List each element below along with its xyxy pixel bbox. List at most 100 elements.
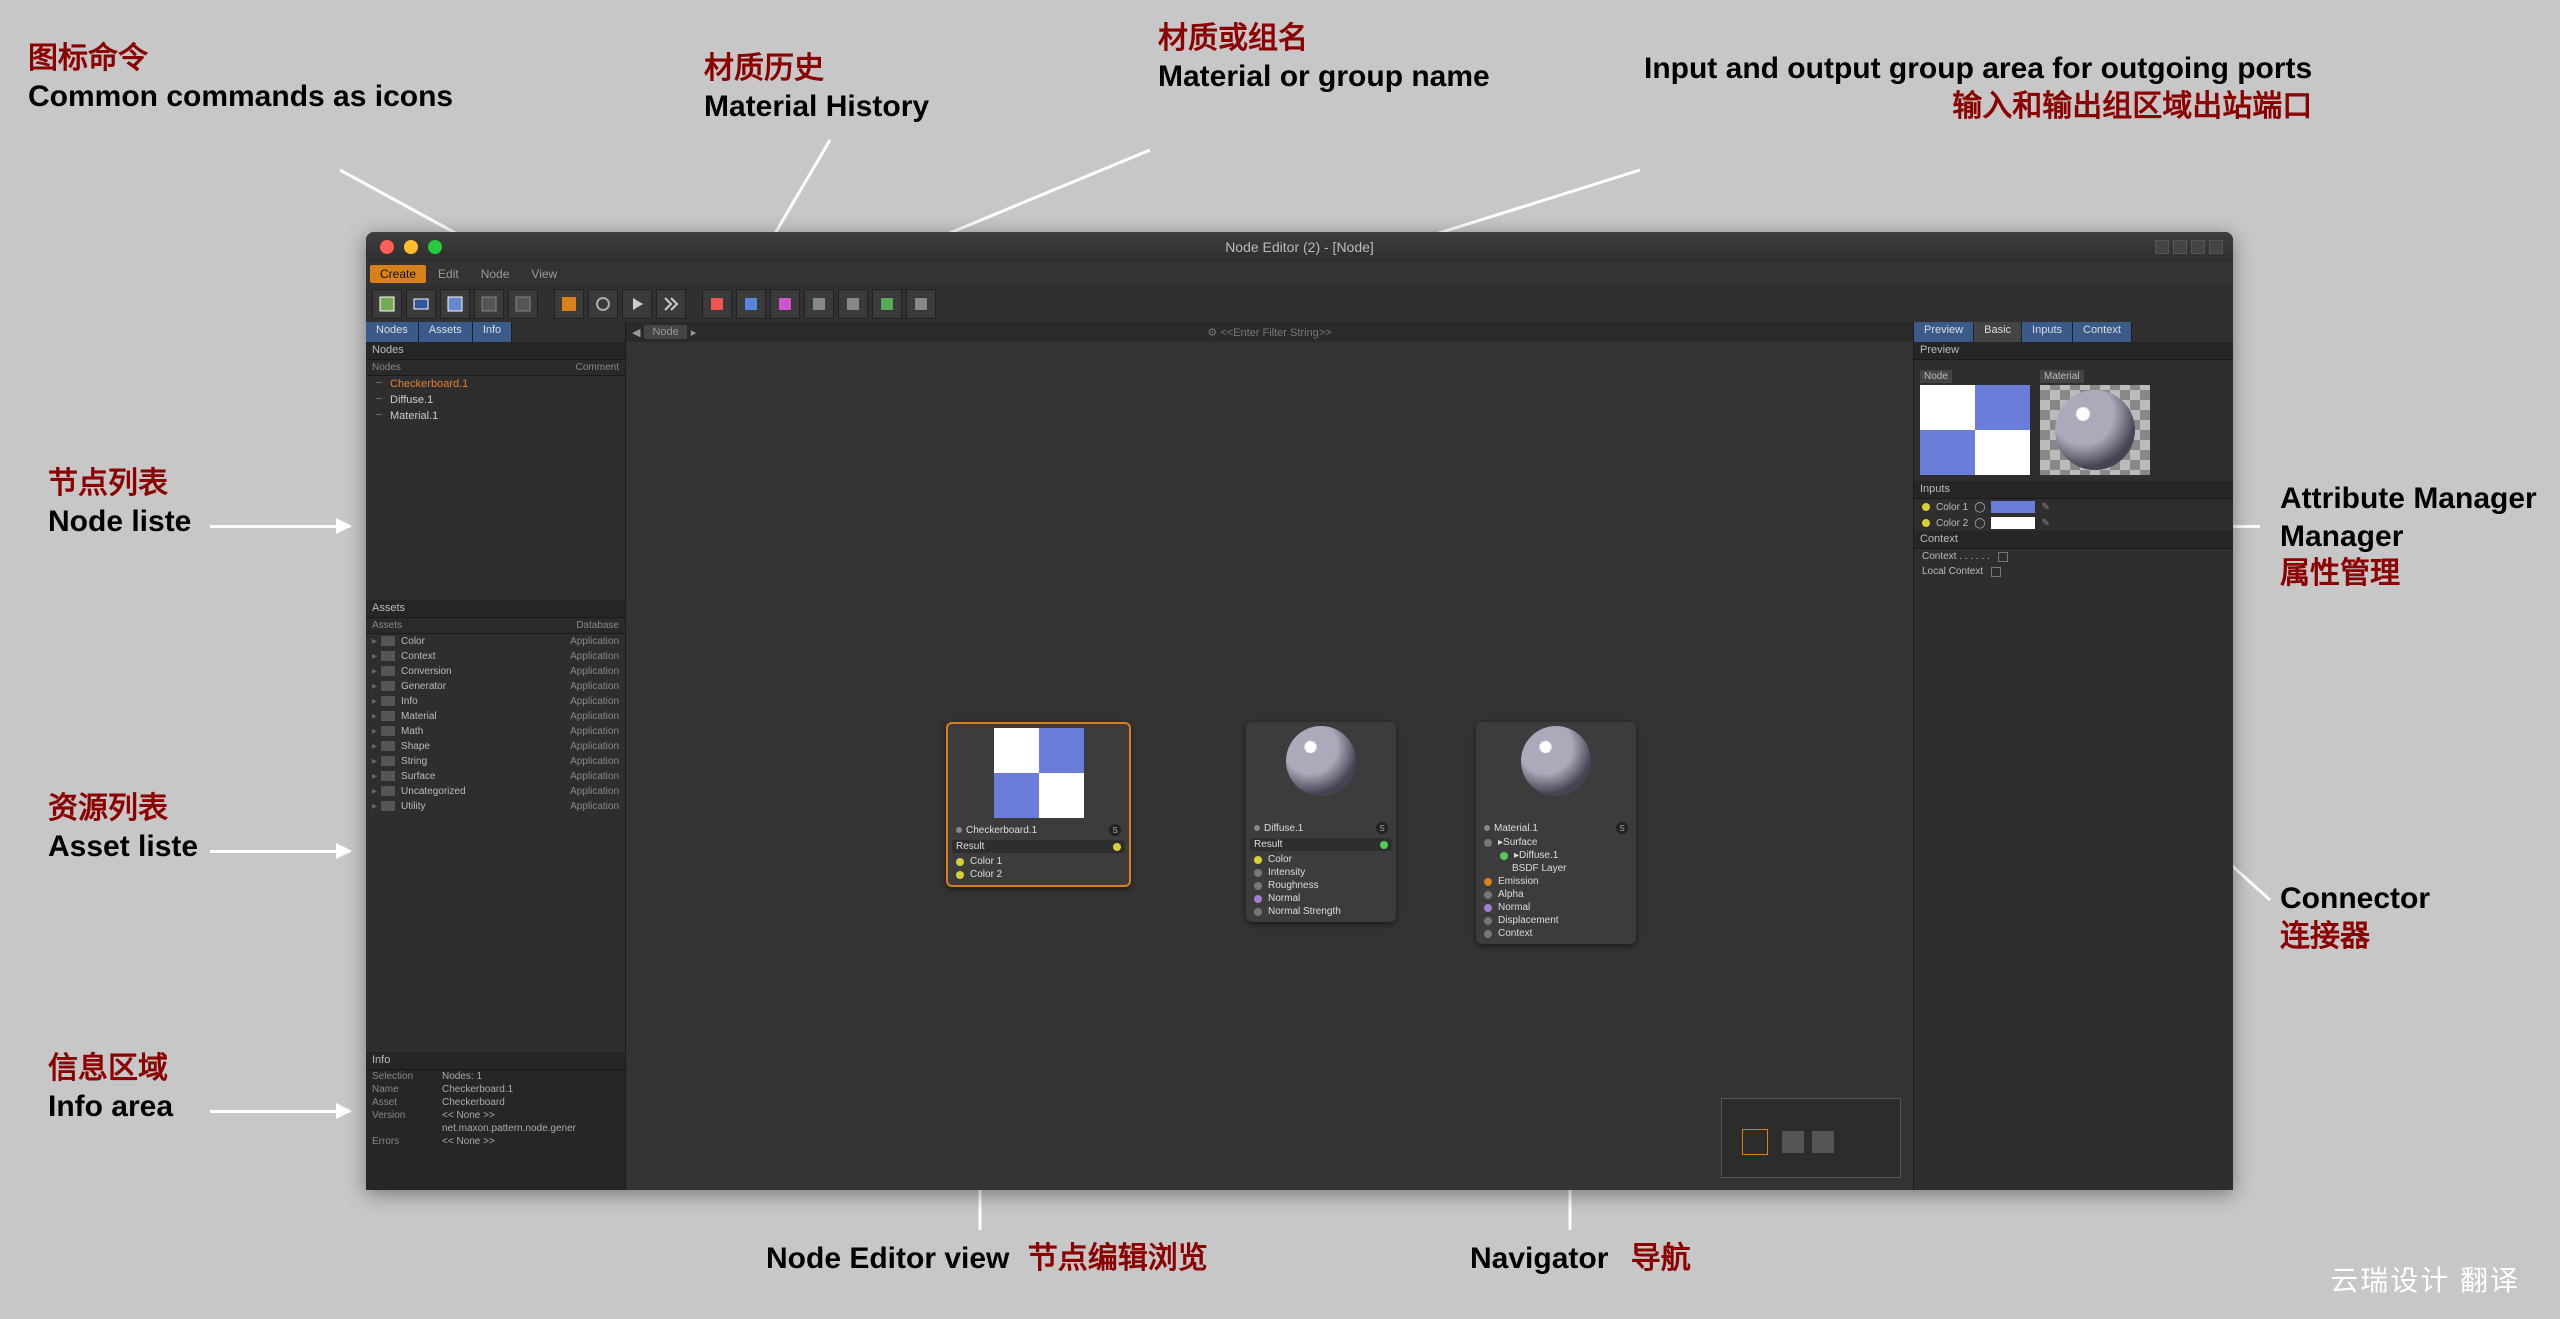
input-port[interactable] — [1484, 904, 1492, 912]
preview-area: Node Material — [1914, 360, 2233, 481]
tab-info[interactable]: Info — [473, 322, 512, 342]
asset-row[interactable]: ▸GeneratorApplication — [366, 679, 625, 694]
toolbar — [366, 286, 2233, 322]
tool-icon[interactable] — [2173, 240, 2187, 254]
asset-row[interactable]: ▸ColorApplication — [366, 634, 625, 649]
input-port[interactable] — [956, 858, 964, 866]
tab-preview[interactable]: Preview — [1914, 322, 1974, 342]
context-row[interactable]: Context . . . . . . — [1914, 549, 2233, 564]
toolbar-icon[interactable] — [554, 289, 584, 319]
tool-icon[interactable] — [2191, 240, 2205, 254]
history-chip[interactable]: Node — [644, 325, 686, 339]
asset-row[interactable]: ▸SurfaceApplication — [366, 769, 625, 784]
menu-view[interactable]: View — [521, 265, 567, 283]
menu-node[interactable]: Node — [471, 265, 520, 283]
toolbar-icon[interactable] — [770, 289, 800, 319]
menu-edit[interactable]: Edit — [428, 265, 469, 283]
port-label: Diffuse.1 — [1519, 850, 1558, 861]
toolbar-icon[interactable] — [872, 289, 902, 319]
toolbar-icon[interactable] — [804, 289, 834, 319]
tab-nodes[interactable]: Nodes — [366, 322, 419, 342]
navigator[interactable] — [1721, 1098, 1901, 1178]
forward-icon[interactable] — [656, 289, 686, 319]
node-list-item[interactable]: Checkerboard.1 — [366, 376, 625, 392]
input-port[interactable] — [1484, 891, 1492, 899]
node-list-item[interactable]: Material.1 — [366, 408, 625, 424]
input-port[interactable] — [1500, 852, 1508, 860]
toolbar-icon[interactable] — [838, 289, 868, 319]
minimize-icon[interactable] — [404, 240, 418, 254]
input-port[interactable] — [1254, 869, 1262, 877]
asset-row[interactable]: ▸UtilityApplication — [366, 799, 625, 814]
asset-row[interactable]: ▸MathApplication — [366, 724, 625, 739]
tool-icon[interactable] — [2209, 240, 2223, 254]
info-area: SelectionNodes: 1NameCheckerboard.1Asset… — [366, 1070, 625, 1190]
toolbar-icon[interactable] — [440, 289, 470, 319]
annotation-history: 材质历史 Material History — [704, 50, 929, 125]
node-canvas[interactable]: Checkerboard.1S Result Color 1 Color 2 D… — [626, 342, 1913, 1190]
preview-material-label: Material — [2040, 370, 2084, 383]
menu-create[interactable]: Create — [370, 265, 426, 283]
close-icon[interactable] — [380, 240, 394, 254]
node-material[interactable]: Material.1S ▸ Surface ▸ Diffuse.1 BSDF L… — [1476, 722, 1636, 944]
asset-row[interactable]: ▸MaterialApplication — [366, 709, 625, 724]
toolbar-icon[interactable] — [736, 289, 766, 319]
input-port[interactable] — [1484, 917, 1492, 925]
info-row: AssetCheckerboard — [366, 1096, 625, 1109]
output-port[interactable] — [1380, 841, 1388, 849]
annotation-attrmgr: Attribute Manager Manager 属性管理 — [2280, 480, 2537, 593]
port-label: Emission — [1498, 876, 1539, 887]
input-port[interactable] — [1484, 930, 1492, 938]
toolbar-icon[interactable] — [508, 289, 538, 319]
toolbar-icon[interactable] — [588, 289, 618, 319]
context-row[interactable]: Local Context — [1914, 564, 2233, 579]
input-port[interactable] — [1484, 839, 1492, 847]
asset-row[interactable]: ▸ConversionApplication — [366, 664, 625, 679]
annotation-connector: Connector 连接器 — [2280, 880, 2430, 955]
maximize-icon[interactable] — [428, 240, 442, 254]
preview-node-label: Node — [1920, 370, 1952, 383]
tab-context[interactable]: Context — [2073, 322, 2132, 342]
node-checkerboard[interactable]: Checkerboard.1S Result Color 1 Color 2 — [946, 722, 1131, 887]
node-diffuse[interactable]: Diffuse.1S Result Color Intensity Roughn… — [1246, 722, 1396, 922]
annotation-ioarea: Input and output group area for outgoing… — [1644, 50, 2312, 125]
tab-assets[interactable]: Assets — [419, 322, 473, 342]
input-port[interactable] — [1254, 908, 1262, 916]
input-port[interactable] — [1484, 878, 1492, 886]
tab-inputs[interactable]: Inputs — [2022, 322, 2073, 342]
input-port[interactable] — [1254, 882, 1262, 890]
asset-row[interactable]: ▸ShapeApplication — [366, 739, 625, 754]
preview-material-thumb — [2055, 390, 2135, 470]
context-label: Local Context — [1922, 566, 1983, 577]
tool-icon[interactable] — [2155, 240, 2169, 254]
play-icon[interactable] — [622, 289, 652, 319]
port-result: Result — [1254, 839, 1282, 850]
toolbar-icon[interactable] — [406, 289, 436, 319]
inputs-header: Inputs — [1914, 481, 2233, 499]
col-nodes: Nodes — [372, 362, 576, 373]
output-port[interactable] — [1113, 843, 1121, 851]
asset-row[interactable]: ▸InfoApplication — [366, 694, 625, 709]
input-color1[interactable]: Color 1◯✎ — [1914, 499, 2233, 515]
annotation-assetliste: 资源列表 Asset liste — [48, 790, 198, 865]
context-header: Context — [1914, 531, 2233, 549]
toolbar-icon[interactable] — [906, 289, 936, 319]
info-row: SelectionNodes: 1 — [366, 1070, 625, 1083]
port-label: Color 2 — [970, 869, 1002, 880]
toolbar-icon[interactable] — [702, 289, 732, 319]
toolbar-icon[interactable] — [372, 289, 402, 319]
input-port[interactable] — [956, 871, 964, 879]
filter-input[interactable]: ⚙ <<Enter Filter String>> — [1207, 326, 1331, 339]
input-port[interactable] — [1254, 856, 1262, 864]
left-tabs: Nodes Assets Info — [366, 322, 625, 342]
asset-row[interactable]: ▸ContextApplication — [366, 649, 625, 664]
input-port[interactable] — [1254, 895, 1262, 903]
toolbar-icon[interactable] — [474, 289, 504, 319]
input-color2[interactable]: Color 2◯✎ — [1914, 515, 2233, 531]
node-list-item[interactable]: Diffuse.1 — [366, 392, 625, 408]
asset-row[interactable]: ▸UncategorizedApplication — [366, 784, 625, 799]
arrow — [210, 850, 350, 853]
annotation-nodeeditor: Node Editor view 节点编辑浏览 — [766, 1240, 1208, 1278]
tab-basic[interactable]: Basic — [1974, 322, 2022, 342]
asset-row[interactable]: ▸StringApplication — [366, 754, 625, 769]
